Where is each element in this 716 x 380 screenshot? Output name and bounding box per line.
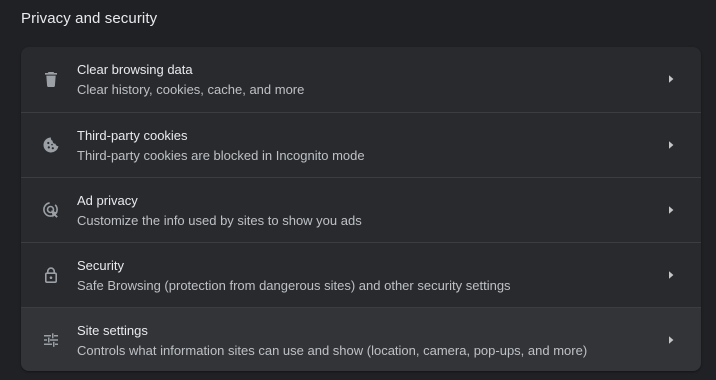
- row-title: Security: [77, 258, 124, 273]
- lock-icon: [41, 265, 61, 285]
- row-subtitle: Controls what information sites can use …: [77, 343, 588, 358]
- section-title: Privacy and security: [21, 10, 158, 27]
- row-security[interactable]: Security Safe Browsing (protection from …: [21, 242, 701, 307]
- chevron-right-icon: [665, 73, 677, 85]
- row-subtitle: Customize the info used by sites to show…: [77, 213, 362, 228]
- cookie-icon: [41, 135, 61, 155]
- row-site-settings[interactable]: Site settings Controls what information …: [21, 307, 701, 371]
- row-subtitle: Third-party cookies are blocked in Incog…: [77, 148, 365, 163]
- privacy-security-card: Clear browsing data Clear history, cooki…: [21, 47, 701, 371]
- row-subtitle: Safe Browsing (protection from dangerous…: [77, 278, 511, 293]
- chevron-right-icon: [665, 204, 677, 216]
- row-subtitle: Clear history, cookies, cache, and more: [77, 82, 305, 97]
- chevron-right-icon: [665, 269, 677, 281]
- row-title: Clear browsing data: [77, 62, 193, 77]
- row-third-party-cookies[interactable]: Third-party cookies Third-party cookies …: [21, 112, 701, 177]
- row-title: Third-party cookies: [77, 128, 188, 143]
- tune-sliders-icon: [41, 330, 61, 350]
- chevron-right-icon: [665, 334, 677, 346]
- row-title: Site settings: [77, 323, 148, 338]
- trash-icon: [41, 69, 61, 89]
- ad-privacy-icon: [41, 200, 61, 220]
- chevron-right-icon: [665, 139, 677, 151]
- row-ad-privacy[interactable]: Ad privacy Customize the info used by si…: [21, 177, 701, 242]
- row-clear-browsing-data[interactable]: Clear browsing data Clear history, cooki…: [21, 47, 701, 112]
- row-title: Ad privacy: [77, 193, 138, 208]
